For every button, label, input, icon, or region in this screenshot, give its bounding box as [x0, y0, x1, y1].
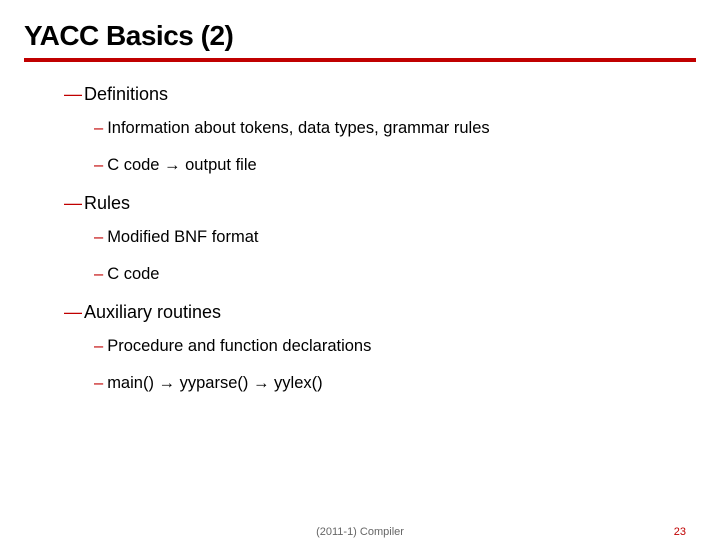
item-text: Information about tokens, data types, gr…: [107, 119, 489, 137]
item-text: Modified BNF format: [107, 228, 258, 246]
item-text: C code: [107, 265, 159, 283]
list-item: –Information about tokens, data types, g…: [94, 119, 696, 138]
slide-content: —Definitions –Information about tokens, …: [24, 84, 696, 393]
section-heading: —Auxiliary routines: [64, 302, 696, 323]
dash-icon: –: [94, 228, 103, 246]
page-number: 23: [674, 526, 686, 538]
dash-icon: —: [64, 193, 82, 213]
dash-icon: —: [64, 84, 82, 104]
list-item: –C code → output file: [94, 156, 696, 175]
section-label: Auxiliary routines: [84, 302, 221, 322]
footer-text: (2011-1) Compiler: [316, 526, 404, 538]
dash-icon: —: [64, 302, 82, 322]
section-items: –Modified BNF format –C code: [64, 228, 696, 284]
item-text: Procedure and function declarations: [107, 337, 371, 355]
section-heading: —Rules: [64, 193, 696, 214]
slide: YACC Basics (2) —Definitions –Informatio…: [0, 0, 720, 540]
section-heading: —Definitions: [64, 84, 696, 105]
title-underline: [24, 58, 696, 62]
slide-title: YACC Basics (2): [24, 20, 696, 52]
section-items: –Procedure and function declarations –ma…: [64, 337, 696, 393]
dash-icon: –: [94, 374, 103, 392]
item-text: main() → yyparse() → yylex(): [107, 374, 322, 392]
item-text: C code → output file: [107, 156, 257, 174]
dash-icon: –: [94, 156, 103, 174]
list-item: –C code: [94, 265, 696, 284]
dash-icon: –: [94, 119, 103, 137]
section-label: Rules: [84, 193, 130, 213]
dash-icon: –: [94, 265, 103, 283]
list-item: –main() → yyparse() → yylex(): [94, 374, 696, 393]
list-item: –Modified BNF format: [94, 228, 696, 247]
section-label: Definitions: [84, 84, 168, 104]
dash-icon: –: [94, 337, 103, 355]
list-item: –Procedure and function declarations: [94, 337, 696, 356]
section-items: –Information about tokens, data types, g…: [64, 119, 696, 175]
